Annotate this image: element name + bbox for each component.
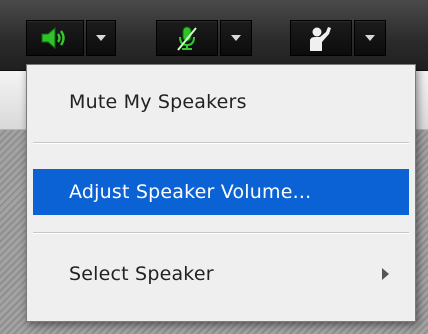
microphone-muted-icon [177, 26, 197, 51]
chevron-down-icon [96, 35, 106, 41]
raise-hand-dropdown-button[interactable] [354, 20, 386, 56]
microphone-button[interactable] [156, 20, 218, 56]
menu-item-select-speaker[interactable]: Select Speaker [33, 251, 409, 297]
menu-item-adjust-speaker-volume[interactable]: Adjust Speaker Volume... [33, 169, 409, 215]
speaker-button[interactable] [26, 20, 84, 56]
chevron-down-icon [365, 35, 375, 41]
menu-item-label: Select Speaker [69, 263, 214, 285]
chevron-down-icon [231, 35, 241, 41]
raise-hand-button[interactable] [290, 20, 352, 56]
menu-separator [33, 232, 409, 234]
raise-hand-icon [310, 27, 331, 51]
menu-item-mute-my-speakers[interactable]: Mute My Speakers [33, 79, 409, 125]
submenu-arrow-icon [382, 268, 389, 280]
speaker-options-menu: Mute My Speakers Adjust Speaker Volume..… [26, 64, 416, 322]
menu-item-label: Mute My Speakers [69, 91, 247, 113]
menu-item-label: Adjust Speaker Volume... [69, 181, 312, 203]
microphone-dropdown-button[interactable] [220, 20, 252, 56]
meeting-toolbar [0, 0, 428, 71]
speaker-dropdown-button[interactable] [86, 20, 116, 56]
menu-separator [33, 142, 409, 144]
speaker-icon [41, 26, 65, 50]
